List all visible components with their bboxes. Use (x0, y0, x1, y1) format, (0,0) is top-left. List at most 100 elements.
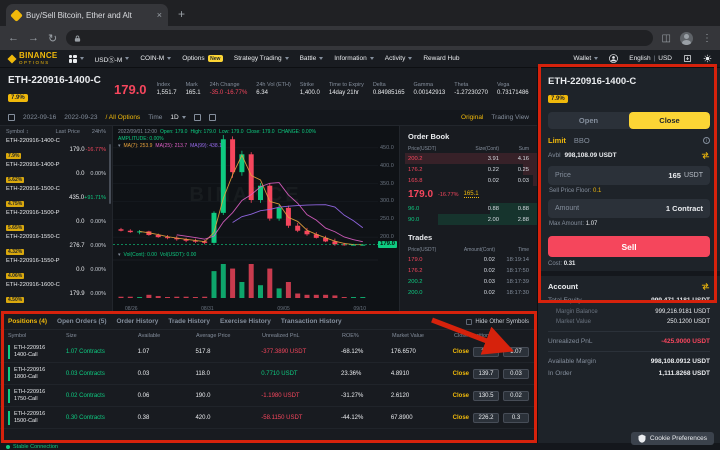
position-pnl: -1.1980 USDT (261, 393, 341, 399)
tab-trade-history[interactable]: Trade History (168, 318, 210, 325)
close-price-input[interactable]: 226.2 (473, 413, 499, 423)
trade-row: 200.00.0218:17:30 (400, 287, 537, 298)
chart-style-original-tab[interactable]: Original (461, 114, 483, 121)
avbl-value: 998,108.09 USDT (565, 152, 617, 159)
position-market-value: 176.6570 (391, 349, 453, 355)
tab-positions-4-[interactable]: Positions (4) (8, 318, 47, 325)
indicator-icon[interactable] (194, 114, 201, 121)
close-position-link[interactable]: Close (453, 393, 469, 399)
forward-icon[interactable]: → (28, 32, 39, 44)
order-type-limit[interactable]: Limit (548, 136, 566, 145)
nav-item-coin-m[interactable]: COIN-M (140, 55, 171, 62)
close-price-input[interactable]: 165 (473, 347, 499, 357)
symbol-list-row[interactable]: ETH-220916-1400-P5.62%0.00.00% (0, 162, 112, 186)
info-icon[interactable]: i (703, 137, 710, 144)
all-options-link[interactable]: / All Options (106, 114, 141, 121)
tab-order-history[interactable]: Order History (117, 318, 159, 325)
col-change[interactable]: 24h% (80, 129, 106, 135)
tab-close-icon[interactable]: × (157, 10, 162, 20)
transfer-icon[interactable] (701, 151, 710, 160)
account-transfer-icon[interactable] (701, 282, 710, 291)
close-amount-input[interactable]: 0.3 (503, 413, 529, 423)
tab-open[interactable]: Open (548, 112, 629, 129)
mark-price: 165.1 (464, 191, 479, 198)
browser-tab[interactable]: Buy/Sell Bitcoin, Ether and Alt × (6, 4, 168, 26)
tab-transaction-history[interactable]: Transaction History (281, 318, 342, 325)
orderbook-ask-row[interactable]: 176.20.220.25 (400, 164, 537, 175)
symbol-list-row[interactable]: ETH-220916-1500-C4.75%435.0+91.71% (0, 186, 112, 210)
tab-open-orders-5-[interactable]: Open Orders (5) (57, 318, 106, 325)
price-input-value: 165 (668, 171, 681, 180)
symbol-list-row[interactable]: ETH-220916-1400-C7.9%179.0-16.77% (0, 138, 112, 162)
close-price-input[interactable]: 130.5 (473, 391, 499, 401)
extensions-icon[interactable]: ◫ (662, 33, 671, 44)
close-amount-input[interactable]: 1.07 (503, 347, 529, 357)
stat-label: 24h Vol (ETH) (256, 82, 291, 88)
expiry-date-tab-1[interactable]: 2022-09-16 (23, 114, 56, 121)
sell-button[interactable]: Sell (548, 236, 710, 257)
price-input[interactable]: Price 165 USDT (548, 166, 710, 185)
expiry-date-tab-2[interactable]: 2022-09-23 (64, 114, 97, 121)
chart-info-segment: Low: 179.0 (219, 129, 243, 135)
nav-item-strategy-trading[interactable]: Strategy Trading (234, 55, 289, 62)
checkbox-icon[interactable] (466, 319, 472, 325)
refresh-icon[interactable]: ↻ (48, 32, 57, 45)
tab-close[interactable]: Close (629, 112, 710, 129)
nav-item-activity[interactable]: Activity (385, 55, 413, 62)
close-position-link[interactable]: Close (453, 349, 469, 355)
close-price-input[interactable]: 139.7 (473, 369, 499, 379)
wallet-menu[interactable]: Wallet (573, 55, 598, 62)
nav-item-options[interactable]: OptionsNew (182, 55, 223, 62)
ticker-stat: Vega0.73171486 (497, 82, 529, 96)
close-position-link[interactable]: Close (453, 415, 469, 421)
position-roe: -31.27% (341, 393, 391, 399)
tab-exercise-history[interactable]: Exercise History (220, 318, 271, 325)
amount-input[interactable]: Amount 1 Contract (548, 199, 710, 218)
nav-item-information[interactable]: Information (334, 55, 374, 62)
cookie-preferences-button[interactable]: Cookie Preferences (631, 432, 714, 445)
ob-price: 165.8 (408, 178, 461, 184)
nav-item-usd-m[interactable]: USDⓈ-M (95, 54, 130, 64)
col-last-price[interactable]: Last Price (50, 129, 80, 135)
orderbook-ask-row[interactable]: 165.80.020.03 (400, 175, 537, 186)
browser-menu-icon[interactable]: ⋮ (702, 33, 712, 44)
account-panel: Account Total Equity999,471.1181 USDTMar… (538, 271, 720, 387)
user-profile-icon[interactable] (609, 54, 618, 63)
new-tab-button[interactable]: + (178, 8, 185, 20)
close-position-link[interactable]: Close (453, 371, 469, 377)
symbol-list-row[interactable]: ETH-220916-1600-C4.50%179.90.00% (0, 282, 112, 306)
stat-value: 0.73171486 (497, 90, 529, 96)
stat-label: Theta (454, 82, 488, 88)
amount-input-value: 1 Contract (666, 204, 703, 213)
symbol-list-row[interactable]: ETH-220916-1500-P5.65%0.00.00% (0, 210, 112, 234)
chart-style-tradingview-tab[interactable]: Trading View (491, 114, 529, 121)
interval-selector[interactable]: 1D (170, 114, 185, 121)
order-type-bbo[interactable]: BBO (574, 136, 590, 145)
download-icon[interactable] (683, 54, 692, 63)
close-amount-input[interactable]: 0.02 (503, 391, 529, 401)
symbol-last-price: 0.0 (60, 171, 85, 177)
orderbook-bid-row[interactable]: 96.00.880.88 (400, 203, 537, 214)
stat-value: 0.84985165 (373, 90, 405, 96)
binance-logo[interactable]: BINANCEOPTIONS (8, 52, 58, 66)
trade-price: 176.2 (408, 268, 457, 274)
symbol-list-scrollbar[interactable] (109, 144, 111, 204)
nav-item-reward-hub[interactable]: Reward Hub (423, 55, 459, 62)
price-chart[interactable]: BINANCE 2022/09/01 12:00Open: 179.0High:… (113, 126, 378, 313)
time-axis-label: 09/10 (353, 306, 366, 312)
browser-profile-avatar[interactable] (680, 32, 693, 45)
close-amount-input[interactable]: 0.03 (503, 369, 529, 379)
nav-item-battle[interactable]: Battle (300, 55, 324, 62)
language-currency-selector[interactable]: English | USD (629, 55, 672, 62)
col-symbol[interactable]: Symbol ↕ (6, 129, 50, 135)
symbol-list-row[interactable]: ETH-220916-1550-P4.06%0.00.00% (0, 258, 112, 282)
orderbook-ask-row[interactable]: 200.23.914.16 (400, 153, 537, 164)
address-bar[interactable] (66, 30, 652, 46)
fullscreen-icon[interactable] (209, 114, 216, 121)
theme-toggle-icon[interactable] (703, 54, 712, 63)
back-icon[interactable]: ← (8, 32, 19, 44)
hide-other-symbols[interactable]: Hide Other Symbols (466, 319, 529, 325)
products-grid-menu[interactable] (69, 55, 84, 63)
orderbook-bid-row[interactable]: 90.02.002.88 (400, 214, 537, 225)
symbol-list-row[interactable]: ETH-220916-1550-C4.32%276.70.00% (0, 234, 112, 258)
